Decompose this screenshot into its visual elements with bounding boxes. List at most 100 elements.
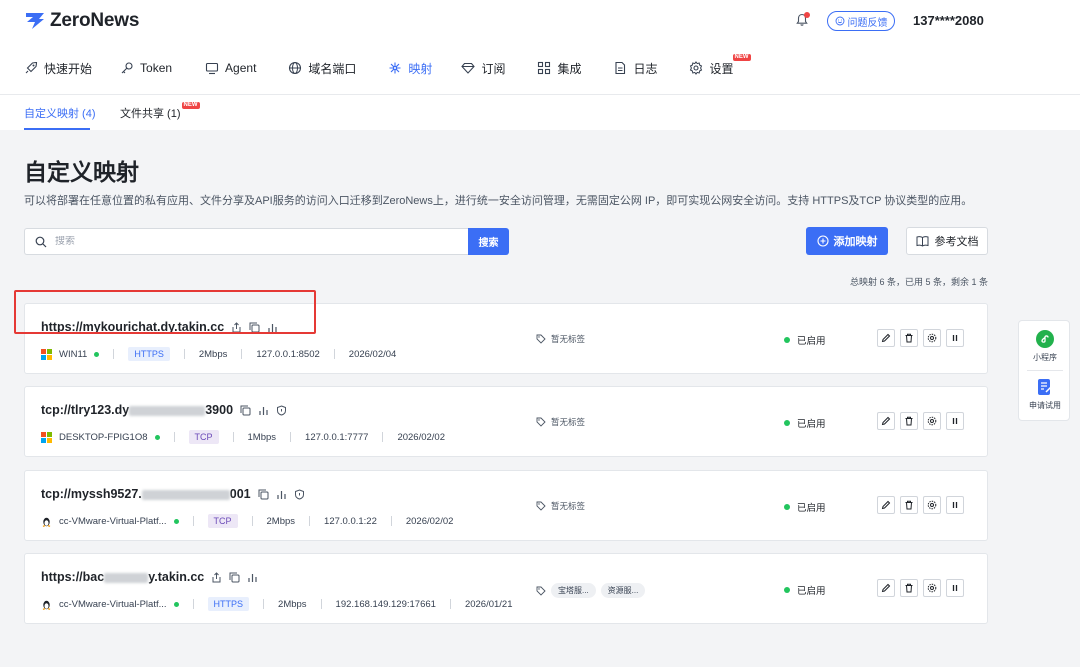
created-date: 2026/02/02 <box>397 431 445 443</box>
status: 已启用 <box>784 416 826 430</box>
copy-icon[interactable] <box>229 572 240 583</box>
docs-button[interactable]: 参考文档 <box>906 227 988 255</box>
created-date: 2026/02/02 <box>405 515 454 527</box>
nav-item-token[interactable]: Token <box>120 61 172 75</box>
floating-side-panel: 小程序 申请试用 <box>1018 320 1070 421</box>
page-title: 自定义映射 <box>24 159 139 185</box>
mapping-url[interactable]: https://mykourichat.dy.takin.cc <box>41 320 224 334</box>
book-icon <box>916 236 928 247</box>
tab-file-share[interactable]: 文件共享 (1) NEW <box>120 102 200 121</box>
mapping-card: https://mykourichat.dy.takin.cc WIN11 HT… <box>24 303 988 374</box>
pause-button[interactable] <box>946 579 964 597</box>
main-nav: 快速开始 Token Agent 域名端口 映射 订阅 集成 日志 设置 NEW <box>24 53 751 78</box>
pause-button[interactable] <box>946 412 964 430</box>
pencil-icon <box>881 333 891 343</box>
share-icon[interactable] <box>211 571 222 583</box>
nav-item-mapping[interactable]: 映射 <box>388 60 432 77</box>
mapping-url[interactable]: tcp://tlry123.dy 3900 <box>41 403 233 417</box>
search-button[interactable]: 搜索 <box>468 228 509 255</box>
header: ZeroNews 问题反馈 137****2080 快速开始 Token Age… <box>0 0 1080 130</box>
tag-icon <box>536 334 546 344</box>
mapping-card: tcp://tlry123.dy 3900 DESKTOP-FPIG1O8 TCP… <box>24 386 988 457</box>
delete-button[interactable] <box>900 579 918 597</box>
edit-button[interactable] <box>877 496 895 514</box>
nav-item-domain-port[interactable]: 域名端口 <box>288 60 356 77</box>
created-date: 2026/02/04 <box>348 348 397 360</box>
search-field[interactable] <box>24 228 469 255</box>
globe-icon <box>289 61 302 75</box>
pencil-icon <box>881 416 891 426</box>
add-mapping-button[interactable]: 添加映射 <box>806 227 888 255</box>
online-dot <box>154 434 160 440</box>
notification-dot <box>804 12 810 18</box>
agent-name: cc-VMware-Virtual-Platf... <box>59 515 167 527</box>
trash-icon <box>905 500 913 510</box>
tag-icon <box>536 586 546 596</box>
apply-trial-button[interactable]: 申请试用 <box>1019 378 1071 411</box>
copy-icon[interactable] <box>240 405 251 416</box>
nav-item-integration[interactable]: 集成 <box>537 60 581 77</box>
monitor-icon <box>205 62 219 75</box>
edit-button[interactable] <box>877 579 895 597</box>
online-dot <box>173 601 179 607</box>
feedback-button[interactable]: 问题反馈 <box>827 11 895 31</box>
logo[interactable]: ZeroNews <box>24 10 139 32</box>
nav-item-agent[interactable]: Agent <box>205 61 256 75</box>
gear-icon <box>927 500 937 510</box>
chart-icon[interactable] <box>267 322 278 333</box>
edit-button[interactable] <box>877 329 895 347</box>
target-address: 127.0.0.1:22 <box>324 515 377 527</box>
shield-icon[interactable] <box>294 488 305 500</box>
pause-button[interactable] <box>946 329 964 347</box>
target-address: 127.0.0.1:8502 <box>256 348 320 360</box>
edit-button[interactable] <box>877 412 895 430</box>
gear-icon <box>927 416 937 426</box>
nav-item-logs[interactable]: 日志 <box>613 60 657 77</box>
online-dot <box>173 518 179 524</box>
copy-icon[interactable] <box>258 489 269 500</box>
tag-chip[interactable]: 宝塔服... <box>551 583 596 598</box>
protocol-badge: HTTPS <box>207 597 250 611</box>
pause-icon <box>952 335 958 341</box>
delete-button[interactable] <box>900 496 918 514</box>
bandwidth: 2Mbps <box>278 598 307 610</box>
delete-button[interactable] <box>900 412 918 430</box>
mini-program-button[interactable]: 小程序 <box>1019 330 1071 363</box>
panel-divider <box>1027 370 1063 371</box>
nav-item-settings[interactable]: 设置 NEW <box>689 53 751 77</box>
linux-icon <box>42 517 51 527</box>
chart-icon[interactable] <box>276 489 287 500</box>
agent-name: DESKTOP-FPIG1O8 <box>59 431 148 443</box>
delete-button[interactable] <box>900 329 918 347</box>
tag-chip[interactable]: 资源服... <box>600 583 646 598</box>
search-input[interactable] <box>55 236 435 247</box>
nav-item-quickstart[interactable]: 快速开始 <box>24 60 92 77</box>
status: 已启用 <box>784 333 826 347</box>
chart-icon[interactable] <box>258 405 269 416</box>
search-icon <box>35 236 47 247</box>
bandwidth: 2Mbps <box>266 515 296 527</box>
rocket-icon <box>25 61 38 74</box>
tag-icon <box>536 501 546 511</box>
settings-button[interactable] <box>923 579 941 597</box>
target-address: 127.0.0.1:7777 <box>305 431 369 443</box>
settings-button[interactable] <box>923 496 941 514</box>
user-account[interactable]: 137****2080 <box>913 13 984 28</box>
online-dot <box>94 351 100 357</box>
settings-button[interactable] <box>923 329 941 347</box>
zeronews-logo-icon <box>26 13 44 29</box>
copy-icon[interactable] <box>249 322 260 333</box>
trash-icon <box>905 416 913 426</box>
shield-icon[interactable] <box>276 404 287 416</box>
share-icon[interactable] <box>231 321 242 333</box>
pause-button[interactable] <box>946 496 964 514</box>
grid-icon <box>538 61 551 75</box>
key-icon <box>121 62 133 74</box>
mapping-url[interactable]: tcp://myssh9527. 001 <box>41 487 251 501</box>
tab-custom-mapping[interactable]: 自定义映射 (4) <box>24 105 96 121</box>
mapping-url[interactable]: https://bac y.takin.cc <box>41 570 204 584</box>
chart-icon[interactable] <box>247 572 258 583</box>
nav-item-subscription[interactable]: 订阅 <box>461 60 505 77</box>
settings-button[interactable] <box>923 412 941 430</box>
smile-icon <box>835 16 844 26</box>
